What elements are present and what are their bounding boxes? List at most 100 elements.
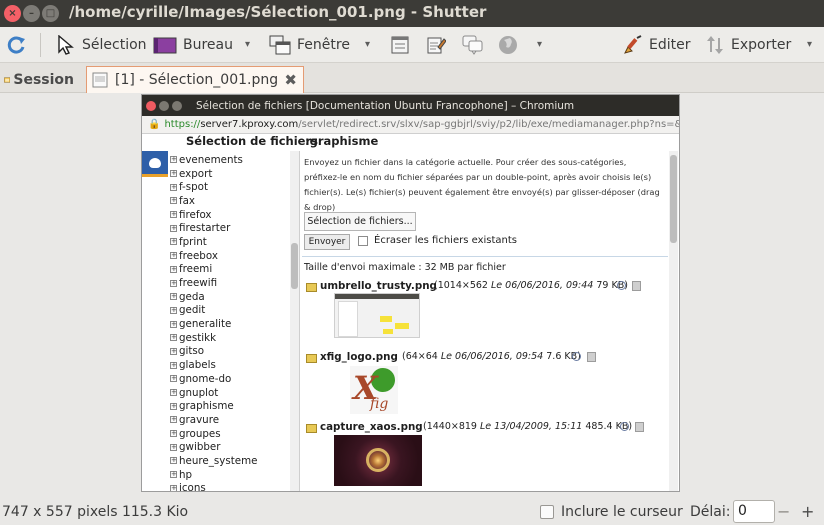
namespace-label: gestikk: [179, 331, 217, 344]
file-name: capture_xaos.png: [320, 421, 423, 433]
image-file-icon: [92, 72, 108, 88]
edit-label: Editer: [649, 37, 691, 53]
window-label: Fenêtre: [297, 37, 350, 53]
browser-titlebar: Sélection de fichiers [Documentation Ubu…: [142, 95, 679, 116]
file-thumbnail: [334, 293, 420, 338]
export-dropdown-arrow[interactable]: ▾: [807, 39, 812, 50]
namespace-label: firestarter: [179, 222, 231, 235]
namespace-label: gnuplot: [179, 386, 219, 399]
tooltip-icon: [462, 35, 483, 55]
namespace-tree-item: + glabels: [170, 358, 257, 372]
expand-icon: +: [170, 223, 177, 232]
expand-icon: +: [170, 251, 177, 260]
selection-label: Sélection: [82, 37, 147, 53]
png-file-icon: [306, 283, 317, 292]
refresh-button[interactable]: [6, 34, 32, 56]
namespace-tree-item: + fprint: [170, 235, 257, 249]
namespace-tree-item: + hp: [170, 468, 257, 482]
heading-namespace: :graphisme: [305, 134, 379, 148]
namespace-tree-item: + geda: [170, 290, 257, 304]
expand-icon: +: [170, 442, 177, 451]
namespace-label: generalite: [179, 318, 232, 331]
expand-icon: +: [170, 278, 177, 287]
web-dropdown-arrow[interactable]: ▾: [537, 39, 542, 50]
namespace-tree-item: + evenements: [170, 153, 257, 167]
delay-decrement-button[interactable]: −: [777, 502, 790, 521]
tab-session[interactable]: Session: [0, 66, 78, 93]
desktop-button[interactable]: Bureau: [153, 34, 233, 56]
tab-selection-001[interactable]: [1] - Sélection_001.png ✖: [86, 66, 304, 93]
window-dropdown-arrow[interactable]: ▾: [365, 39, 370, 50]
namespace-label: gitso: [179, 345, 205, 358]
namespace-tree-item: + icons: [170, 482, 257, 491]
edit-button[interactable]: Editer: [623, 34, 690, 56]
namespace-label: graphisme: [179, 400, 234, 413]
namespace-label: freemi: [179, 263, 213, 276]
choose-files-button: Sélection de fichiers...: [304, 212, 416, 231]
xfig-logo-fig: fig: [370, 396, 389, 412]
namespace-label: glabels: [179, 359, 216, 372]
namespace-tree-item: + gnome-do: [170, 372, 257, 386]
desktop-dropdown-arrow[interactable]: ▾: [245, 39, 250, 50]
browser-title: Sélection de fichiers [Documentation Ubu…: [196, 99, 575, 112]
namespace-tree-item: + gestikk: [170, 331, 257, 345]
delay-increment-button[interactable]: +: [801, 502, 814, 521]
divider: [302, 256, 668, 257]
cursor-arrow-icon: [58, 35, 74, 55]
media-manager: Sélection de fichiers :graphisme + evenem…: [142, 134, 679, 491]
media-manager-headings: Sélection de fichiers :graphisme: [142, 134, 679, 149]
window-titlebar: × – □ /home/cyrille/Images/Sélection_001…: [0, 0, 824, 27]
delay-input[interactable]: 0: [733, 500, 775, 523]
status-bar: 747 x 557 pixels 115.3 Kio Inclure le cu…: [0, 497, 824, 525]
main-toolbar: Sélection Bureau ▾ Fenêtre ▾ ▾ Editer Ex…: [0, 27, 824, 63]
expand-icon: +: [170, 264, 177, 273]
expand-icon: +: [170, 305, 177, 314]
delete-icon: [635, 422, 644, 432]
namespace-tree-item: + freemi: [170, 263, 257, 277]
window-icon: [269, 35, 291, 55]
expand-icon: +: [170, 401, 177, 410]
namespace-label: evenements: [179, 153, 243, 166]
captured-screenshot: Sélection de fichiers [Documentation Ubu…: [141, 94, 680, 492]
window-minimize-button[interactable]: –: [23, 5, 40, 22]
window-close-button[interactable]: ×: [4, 5, 21, 22]
ubuntu-fr-logo: [142, 151, 168, 177]
include-cursor-label[interactable]: Inclure le curseur: [561, 504, 683, 520]
panel-scrollbar: [669, 151, 678, 491]
export-button[interactable]: Exporter: [705, 34, 791, 56]
expand-icon: +: [170, 182, 177, 191]
expand-icon: +: [170, 169, 177, 178]
file-thumbnail: X fig: [350, 366, 398, 414]
upload-instructions: Envoyez un fichier dans la catégorie act…: [304, 157, 660, 212]
delay-label: Délai:: [690, 504, 731, 520]
desktop-icon: [153, 37, 177, 54]
namespace-tree-item: + gnuplot: [170, 386, 257, 400]
namespace-tree-item: + graphisme: [170, 399, 257, 413]
namespace-list: + evenements + export + f-spot + fax + firefox + fi…: [170, 153, 257, 491]
file-name: xfig_logo.png: [320, 351, 398, 363]
magnifier-icon: [620, 422, 629, 431]
namespace-label: firefox: [179, 208, 212, 221]
delete-icon: [587, 352, 596, 362]
tab-bar: Session [1] - Sélection_001.png ✖: [0, 63, 824, 93]
expand-icon: +: [170, 292, 177, 301]
namespace-tree-item: + f-spot: [170, 180, 257, 194]
namespace-label: export: [179, 167, 213, 180]
include-cursor-checkbox[interactable]: [540, 505, 554, 519]
window-maximize-button[interactable]: □: [42, 5, 59, 22]
menu-capture-button[interactable]: [426, 34, 452, 56]
namespace-tree-item: + fax: [170, 194, 257, 208]
tab-close-icon[interactable]: ✖: [284, 71, 297, 89]
selection-button[interactable]: Sélection: [56, 34, 147, 56]
section-button[interactable]: [390, 34, 416, 56]
tooltip-capture-button[interactable]: [462, 34, 490, 56]
window-title: /home/cyrille/Images/Sélection_001.png -…: [69, 3, 487, 21]
tree-scrollbar-thumb: [291, 243, 298, 289]
heading-file-selection: Sélection de fichiers: [186, 134, 318, 148]
overwrite-label: Écraser les fichiers existants: [374, 235, 517, 246]
image-canvas[interactable]: Sélection de fichiers [Documentation Ubu…: [0, 94, 824, 494]
namespace-label: groupes: [179, 427, 221, 440]
window-capture-button[interactable]: Fenêtre: [269, 34, 350, 56]
file-meta: (1014×562 Le 06/06/2016, 09:44 79 KB): [434, 280, 628, 291]
web-capture-button[interactable]: [498, 34, 524, 56]
